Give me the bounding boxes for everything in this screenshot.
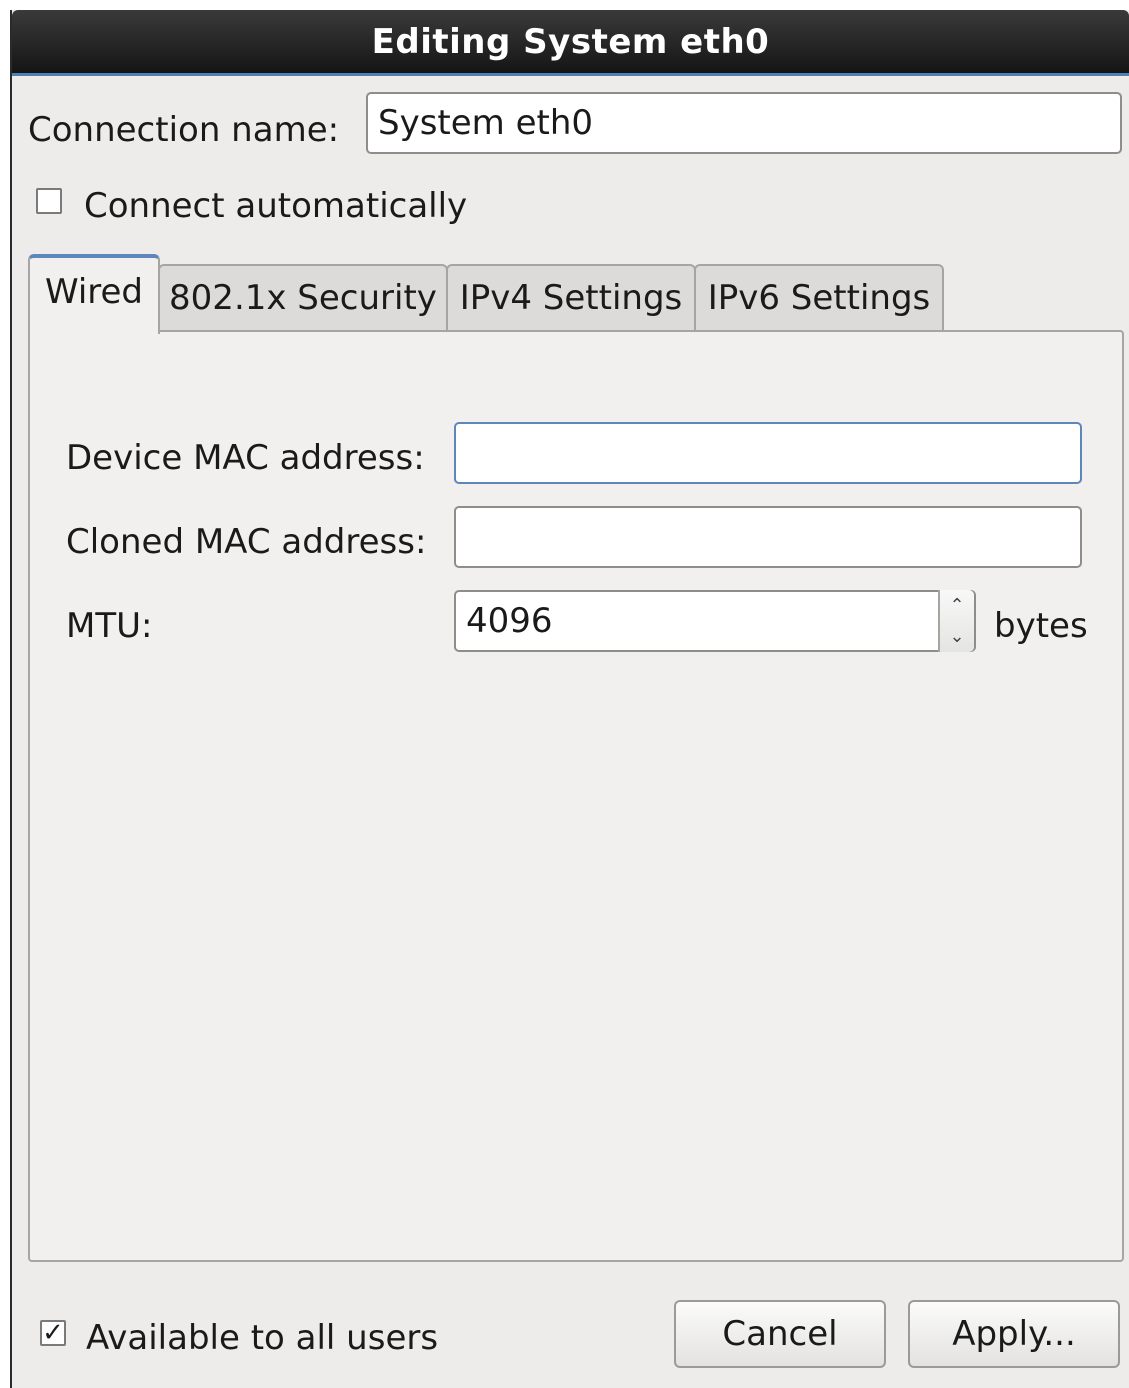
tab-8021x-security[interactable]: 802.1x Security	[158, 264, 448, 330]
mtu-unit-label: bytes	[994, 606, 1088, 646]
dialog-title: Editing System eth0	[371, 21, 770, 62]
mtu-spin-input[interactable]: 4096	[454, 590, 976, 652]
connect-automatically-checkbox[interactable]	[36, 188, 62, 214]
connect-automatically-label[interactable]: Connect automatically	[84, 186, 467, 226]
spin-up-icon[interactable]: ⌃	[940, 590, 974, 621]
mtu-label: MTU:	[66, 606, 153, 646]
spin-down-icon[interactable]: ⌄	[940, 621, 974, 652]
connection-name-label: Connection name:	[28, 110, 340, 150]
available-all-users-checkbox[interactable]: ✓	[40, 1320, 66, 1346]
cancel-button[interactable]: Cancel	[674, 1300, 886, 1368]
connection-name-input[interactable]: System eth0	[366, 92, 1122, 154]
cloned-mac-input[interactable]	[454, 506, 1082, 568]
editing-connection-dialog: Editing System eth0 Connection name: Sys…	[10, 10, 1129, 1388]
device-mac-input[interactable]	[454, 422, 1082, 484]
available-all-users-label[interactable]: Available to all users	[86, 1318, 438, 1358]
cloned-mac-label: Cloned MAC address:	[66, 522, 427, 562]
tab-ipv6-settings[interactable]: IPv6 Settings	[694, 264, 944, 330]
device-mac-label: Device MAC address:	[66, 438, 425, 478]
tab-wired[interactable]: Wired	[28, 254, 160, 334]
mtu-spinner-buttons: ⌃ ⌄	[938, 590, 974, 652]
apply-button[interactable]: Apply...	[908, 1300, 1120, 1368]
tab-ipv4-settings[interactable]: IPv4 Settings	[446, 264, 696, 330]
dialog-titlebar[interactable]: Editing System eth0	[12, 10, 1129, 76]
